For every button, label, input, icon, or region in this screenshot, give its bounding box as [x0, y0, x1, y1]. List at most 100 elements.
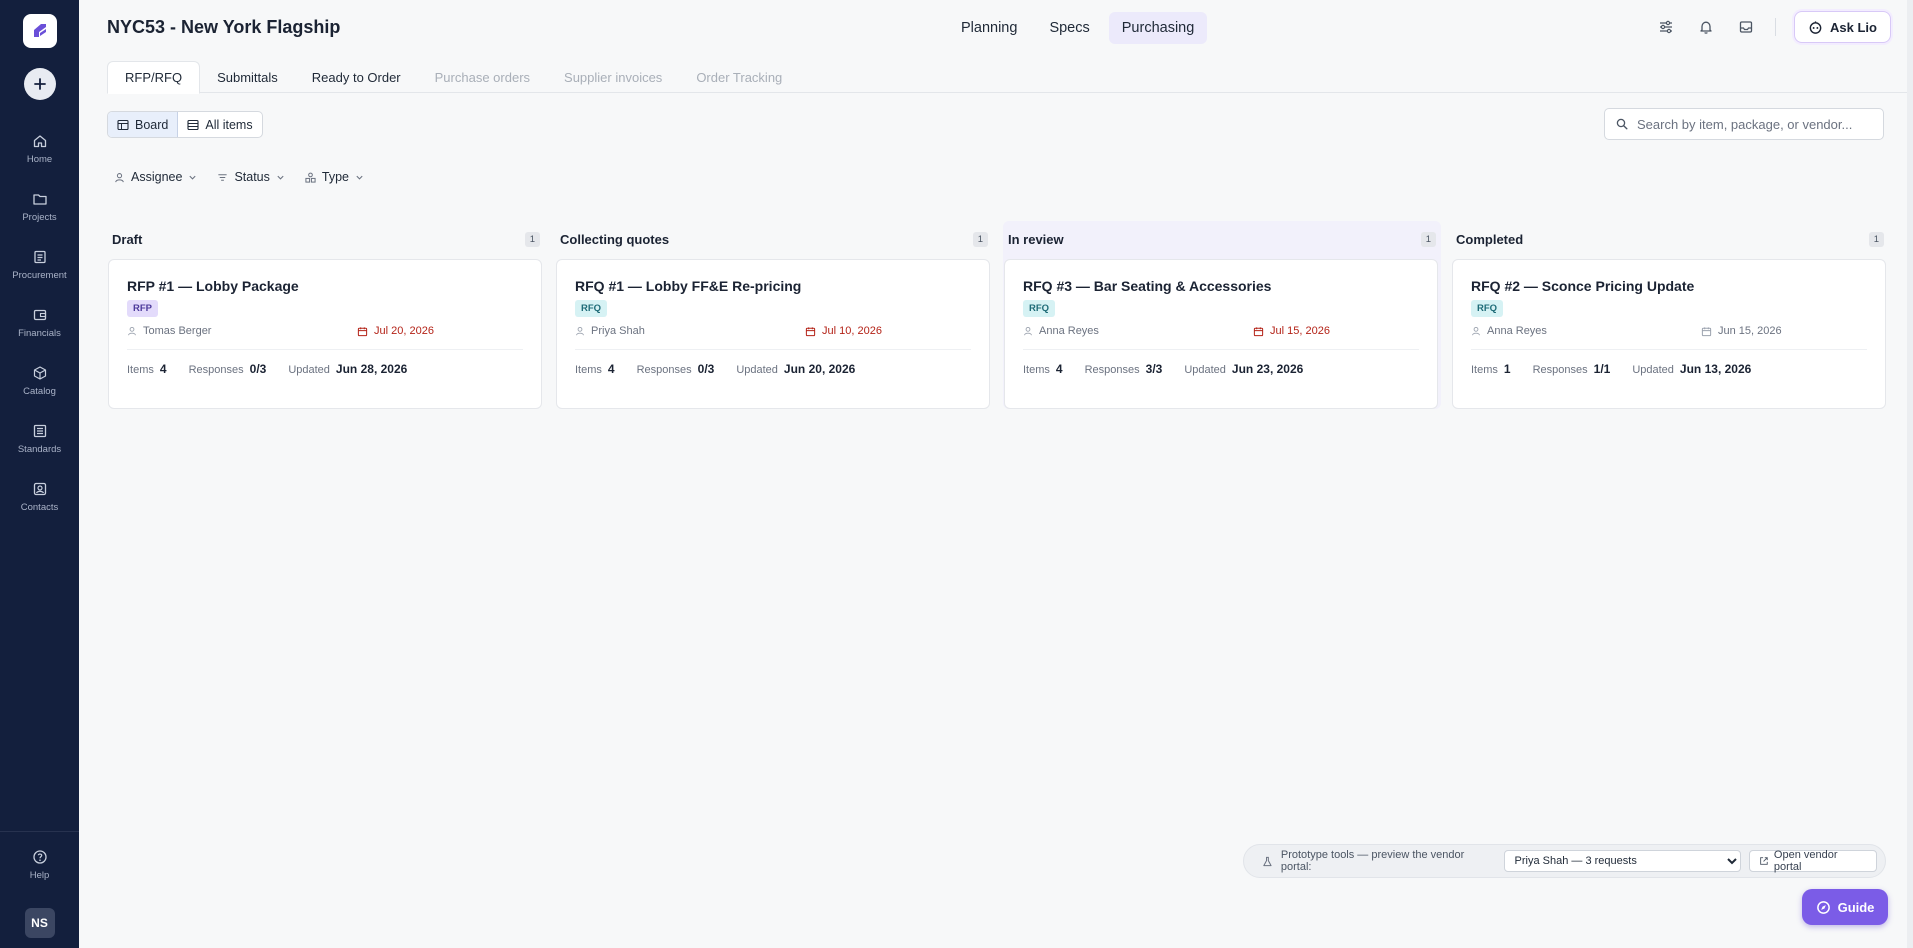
- type-badge: RFQ: [1471, 300, 1504, 317]
- compass-icon: [1816, 900, 1830, 914]
- rfp-card[interactable]: RFP #1 — Lobby Package RFP Tomas Berger …: [108, 259, 542, 409]
- tab-planning[interactable]: Planning: [948, 12, 1030, 44]
- card-meta: Priya Shah Jul 10, 2026: [575, 325, 971, 337]
- assignee-name: Priya Shah: [591, 325, 645, 337]
- sidebar-footer: Help NS: [0, 831, 79, 948]
- column-title: In review: [1008, 231, 1064, 247]
- chevron-down-icon: [277, 175, 284, 180]
- card-meta: Tomas Berger Jul 20, 2026: [127, 325, 523, 337]
- list-icon: [33, 424, 46, 438]
- subtab-order-tracking: Order Tracking: [696, 69, 783, 85]
- external-link-icon: [1760, 857, 1768, 865]
- search-input[interactable]: [1637, 116, 1867, 132]
- subtab-submittals[interactable]: Submittals: [200, 61, 295, 93]
- sidebar-item-help[interactable]: Help: [0, 836, 79, 894]
- status-filter[interactable]: Status: [217, 170, 284, 184]
- sidebar-item-financials[interactable]: Financials: [0, 294, 79, 352]
- subtab-purchase-orders: Purchase orders: [434, 69, 531, 85]
- card-title: RFP #1 — Lobby Package: [127, 278, 299, 294]
- column-header: Draft 1: [108, 225, 544, 253]
- tab-specs[interactable]: Specs: [1036, 12, 1102, 44]
- rfq-card[interactable]: RFQ #2 — Sconce Pricing Update RFQ Anna …: [1452, 259, 1886, 409]
- due-date-value: Jul 20, 2026: [374, 325, 434, 337]
- responses-stat: Responses 0/3: [188, 362, 267, 376]
- sidebar-item-projects[interactable]: Projects: [0, 178, 79, 236]
- card-due-date: Jul 15, 2026: [1253, 325, 1330, 337]
- open-vendor-portal-label: Open vendor portal: [1773, 849, 1838, 873]
- due-date-value: Jul 15, 2026: [1270, 325, 1330, 337]
- sidebar-item-label: Contacts: [20, 502, 59, 513]
- responses-stat: Responses 1/1: [1532, 362, 1611, 376]
- sidebar-item-procurement[interactable]: Procurement: [0, 236, 79, 294]
- column-header: Collecting quotes 1: [556, 225, 992, 253]
- board-column-in-review: In review 1 RFQ #3 — Bar Seating & Acces…: [1003, 221, 1441, 409]
- bell-icon[interactable]: [1695, 16, 1717, 38]
- column-header: In review 1: [1004, 225, 1440, 253]
- rfq-card[interactable]: RFQ #1 — Lobby FF&E Re-pricing RFQ Priya…: [556, 259, 990, 409]
- guide-button[interactable]: Guide: [1802, 889, 1888, 925]
- tab-purchasing[interactable]: Purchasing: [1108, 12, 1208, 44]
- sidebar: Home Projects Procurement Financials Cat…: [0, 0, 79, 948]
- sidebar-item-label: Procurement: [12, 270, 67, 281]
- subtab-rfp-rfq[interactable]: RFP/RFQ: [107, 61, 201, 94]
- card-divider: [127, 349, 523, 350]
- calendar-icon: [1253, 326, 1264, 336]
- items-stat: Items 1: [1471, 362, 1511, 376]
- page-scrollbar[interactable]: [1907, 0, 1913, 948]
- sidebar-item-label: Projects: [22, 212, 57, 223]
- column-count-badge: 1: [524, 231, 540, 247]
- all-items-view-button[interactable]: All items: [178, 112, 261, 137]
- updated-stat: Updated Jun 23, 2026: [1184, 362, 1304, 376]
- flask-icon: [1263, 856, 1272, 866]
- assignee-filter[interactable]: Assignee: [114, 170, 197, 184]
- rfq-card[interactable]: RFQ #3 — Bar Seating & Accessories RFQ A…: [1004, 259, 1438, 409]
- due-date-value: Jun 15, 2026: [1718, 325, 1782, 337]
- subtab-ready-to-order[interactable]: Ready to Order: [295, 61, 418, 93]
- inbox-icon[interactable]: [1735, 16, 1757, 38]
- add-button[interactable]: [23, 68, 56, 100]
- sidebar-item-home[interactable]: Home: [0, 120, 79, 178]
- assignee-filter-label: Assignee: [131, 170, 183, 184]
- user-avatar[interactable]: NS: [24, 908, 55, 938]
- sidebar-item-contacts[interactable]: Contacts: [0, 468, 79, 526]
- guide-label: Guide: [1837, 899, 1875, 915]
- sidebar-item-label: Standards: [17, 444, 62, 455]
- sidebar-nav: Home Projects Procurement Financials Cat…: [0, 120, 79, 526]
- sliders-icon[interactable]: [1655, 16, 1677, 38]
- app-logo-icon[interactable]: [22, 14, 57, 48]
- header-tools: Ask Lio: [1655, 11, 1891, 43]
- table-icon: [187, 119, 199, 130]
- card-divider: [1023, 349, 1419, 350]
- card-divider: [575, 349, 971, 350]
- clipboard-icon: [33, 250, 46, 264]
- items-stat: Items 4: [1023, 362, 1063, 376]
- sidebar-item-catalog[interactable]: Catalog: [0, 352, 79, 410]
- board-view-button[interactable]: Board: [108, 112, 179, 137]
- header: NYC53 - New York Flagship Planning Specs…: [79, 0, 1913, 54]
- card-meta: Anna Reyes Jul 15, 2026: [1023, 325, 1419, 337]
- ask-lio-button[interactable]: Ask Lio: [1794, 11, 1891, 43]
- card-stats: Items 4 Responses 3/3 Updated Jun 23, 2026: [1023, 362, 1419, 376]
- type-badge: RFP: [127, 300, 158, 317]
- card-title: RFQ #1 — Lobby FF&E Re-pricing: [575, 278, 802, 294]
- vendor-preview-select[interactable]: Priya Shah — 3 requests: [1503, 850, 1742, 872]
- open-vendor-portal-button[interactable]: Open vendor portal: [1749, 849, 1877, 873]
- responses-stat: Responses 3/3: [1084, 362, 1163, 376]
- updated-stat: Updated Jun 20, 2026: [736, 362, 856, 376]
- user-icon: [1472, 326, 1480, 336]
- column-count-badge: 1: [1420, 231, 1436, 247]
- column-title: Collecting quotes: [560, 231, 670, 247]
- chevron-down-icon: [356, 175, 363, 180]
- user-icon: [576, 326, 584, 336]
- ask-lio-label: Ask Lio: [1830, 19, 1877, 35]
- type-filter[interactable]: Type: [305, 170, 364, 184]
- card-stats: Items 1 Responses 1/1 Updated Jun 13, 2026: [1471, 362, 1867, 376]
- type-badge: RFQ: [575, 300, 608, 317]
- column-title: Completed: [1456, 231, 1524, 247]
- card-stats: Items 4 Responses 0/3 Updated Jun 20, 2026: [575, 362, 971, 376]
- board-column-collecting-quotes: Collecting quotes 1 RFQ #1 — Lobby FF&E …: [555, 221, 993, 409]
- cube-icon: [33, 366, 46, 380]
- view-toggle: Board All items: [107, 111, 263, 138]
- sidebar-item-standards[interactable]: Standards: [0, 410, 79, 468]
- items-stat: Items 4: [127, 362, 167, 376]
